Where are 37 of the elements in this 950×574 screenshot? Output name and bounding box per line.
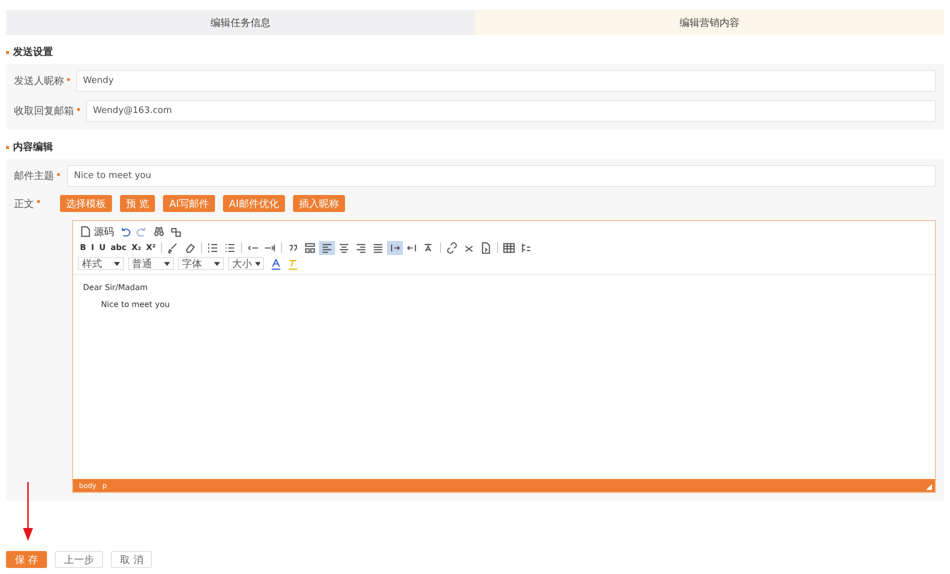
step-tab[interactable]: 编辑营销内容	[475, 10, 944, 35]
align-left-icon[interactable]	[318, 240, 335, 254]
body-text: Dear Sir/Madam	[83, 283, 148, 292]
section-title: 内容编辑	[13, 140, 53, 154]
format-button[interactable]: X₂	[129, 240, 144, 254]
field-label: 正文	[14, 198, 34, 210]
bullet-icon	[6, 146, 9, 148]
format-button[interactable]: X²	[144, 240, 158, 254]
arrow-annotation	[22, 482, 34, 542]
dropdown[interactable]: 样式	[78, 257, 124, 270]
caret-icon	[255, 262, 260, 266]
action-button[interactable]: 上一步	[55, 551, 104, 568]
dropdown[interactable]: 普通	[128, 257, 174, 270]
action-button[interactable]: 取 消	[111, 551, 152, 568]
field-label: 收取回复邮箱	[14, 104, 74, 118]
table-icon[interactable]	[500, 240, 517, 254]
input-field[interactable]: Nice to meet you	[67, 165, 936, 187]
find-icon[interactable]	[151, 224, 167, 238]
body-text: Nice to meet you	[100, 300, 170, 309]
caret-icon	[164, 262, 170, 266]
field-label: 邮件主题	[14, 170, 54, 183]
format-button[interactable]: I	[89, 240, 96, 254]
dropdown[interactable]: 字体	[178, 257, 224, 270]
step-tab[interactable]: 编辑任务信息	[6, 10, 475, 35]
input-field[interactable]: Wendy	[76, 70, 936, 92]
format-button[interactable]: abc	[108, 240, 128, 254]
section-title: 发送设置	[13, 46, 53, 59]
format-button[interactable]: U	[97, 240, 108, 254]
resize-grip-icon[interactable]	[926, 484, 932, 490]
bullet-icon	[6, 50, 9, 54]
field-label: 发送人昵称	[14, 75, 64, 88]
caret-icon	[114, 262, 120, 266]
ltr-icon[interactable]	[386, 240, 403, 254]
format-button[interactable]: B	[78, 240, 88, 254]
dropdown[interactable]: 大小	[228, 257, 264, 270]
input-field[interactable]: Wendy@163.com	[86, 100, 936, 122]
caret-icon	[214, 262, 220, 266]
